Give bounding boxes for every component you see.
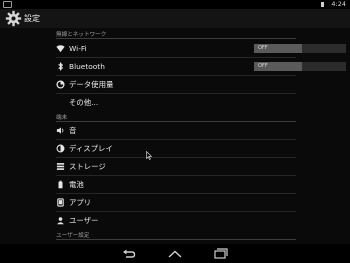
storage-icon [56, 163, 65, 170]
settings-item-storage[interactable]: ストレージ [56, 158, 296, 175]
apps-label: アプリ [69, 198, 92, 207]
recents-icon[interactable] [213, 246, 229, 261]
brightness-icon [56, 144, 65, 153]
settings-item-users[interactable]: ユーザー [56, 212, 296, 229]
back-icon[interactable] [121, 246, 137, 261]
battery-icon [58, 180, 63, 189]
settings-item-wifi[interactable]: Wi-Fi OFF [56, 40, 346, 57]
apps-icon [57, 198, 64, 207]
users-label: ユーザー [69, 216, 99, 225]
mouse-cursor-icon [146, 151, 152, 160]
bluetooth-toggle-state: OFF [258, 63, 268, 69]
notification-icon [3, 1, 12, 8]
section-header-user: ユーザー設定 [56, 233, 90, 239]
section-header-wireless: 無線とネットワーク [56, 32, 107, 38]
battery-label: 電池 [69, 180, 84, 189]
settings-item-battery[interactable]: 電池 [56, 176, 296, 193]
settings-item-sound[interactable]: 音 [56, 122, 296, 139]
bluetooth-toggle-knob: OFF [254, 62, 302, 71]
settings-item-display[interactable]: ディスプレイ [56, 140, 296, 157]
wifi-toggle[interactable]: OFF [254, 44, 346, 53]
wifi-label: Wi-Fi [69, 44, 87, 53]
status-bar: 4:24 [0, 0, 350, 9]
gear-icon[interactable] [5, 10, 22, 27]
section-divider [56, 239, 296, 240]
storage-label: ストレージ [69, 162, 106, 171]
wifi-toggle-state: OFF [258, 45, 268, 51]
wifi-icon [56, 45, 65, 53]
data-usage-label: データ使用量 [69, 80, 114, 89]
speaker-icon [56, 127, 64, 134]
home-icon[interactable] [167, 246, 183, 261]
user-icon [57, 217, 64, 225]
data-usage-icon [56, 80, 65, 89]
settings-item-data-usage[interactable]: データ使用量 [56, 76, 296, 93]
section-divider [56, 38, 296, 39]
settings-item-bluetooth[interactable]: Bluetooth OFF [56, 58, 346, 75]
bluetooth-toggle-track [302, 62, 346, 71]
section-header-device: 端末 [56, 115, 68, 121]
wifi-toggle-knob: OFF [254, 44, 302, 53]
status-clock: 4:24 [331, 0, 346, 8]
display-label: ディスプレイ [69, 144, 113, 153]
battery-status-icon [321, 2, 324, 7]
bluetooth-icon [58, 62, 64, 71]
bluetooth-toggle[interactable]: OFF [254, 62, 346, 71]
action-bar: 設定 [0, 9, 350, 28]
settings-list[interactable]: 無線とネットワーク Wi-Fi OFF Bluetooth OFF データ使用量 [0, 28, 350, 244]
sound-label: 音 [69, 126, 77, 135]
more-label: その他... [69, 98, 99, 107]
page-title: 設定 [24, 14, 40, 23]
wifi-toggle-track [302, 44, 346, 53]
settings-item-more[interactable]: その他... [56, 94, 296, 111]
navigation-bar [0, 244, 350, 263]
bluetooth-label: Bluetooth [69, 62, 105, 71]
settings-item-apps[interactable]: アプリ [56, 194, 296, 211]
